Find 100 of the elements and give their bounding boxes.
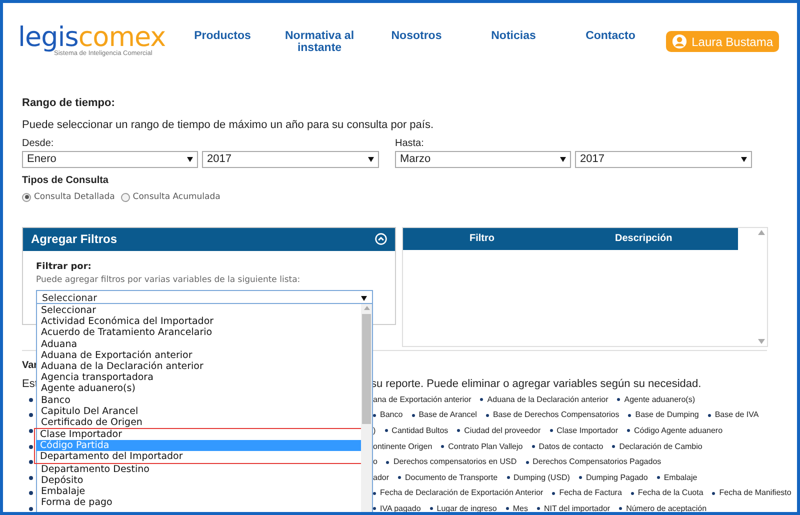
radio-button[interactable] [120, 192, 130, 202]
bullet-icon [552, 492, 556, 495]
description-text: Puede seleccionar un rango de tiempo de máximo un año para su consulta por país. [22, 118, 435, 131]
bullet-icon [612, 445, 616, 448]
select-field[interactable]: 2017 [575, 151, 752, 168]
nav-link[interactable]: Nosotros [368, 30, 465, 54]
nav-link[interactable]: Productos [174, 30, 271, 54]
caret-icon [560, 157, 566, 162]
bullet-icon [506, 507, 509, 510]
bullet-icon [630, 492, 634, 495]
dropdown-option[interactable]: Aduana de Exportación anterior [37, 350, 361, 361]
dropdown-option[interactable]: Departamento del Importador [36, 451, 361, 463]
bullet-icon [29, 428, 33, 433]
variable-label: Documento de Transporte [405, 472, 498, 484]
bullet-icon [486, 414, 489, 417]
user-icon [672, 34, 687, 49]
bullet-icon [532, 445, 535, 448]
scroll-up-icon[interactable] [758, 230, 765, 235]
variable-label: Dumping (USD) [514, 472, 570, 484]
variable-label: Fecha de Factura [559, 487, 622, 500]
bullet-icon [29, 444, 33, 449]
bullet-icon [373, 414, 376, 417]
column-header: Descripción [614, 232, 672, 246]
variable-label: Agente aduanero(s) [624, 394, 695, 406]
variable-label: Dumping Pagado [586, 472, 648, 484]
variable-label: Base de Dumping [635, 409, 699, 422]
bullet-icon [29, 398, 33, 402]
bullet-icon [29, 506, 33, 511]
field-label: Filtrar por: [36, 260, 92, 273]
variable-label: Aduana de la Declaración anterior [487, 394, 608, 406]
nav-link[interactable]: Normativa al instante [271, 30, 368, 54]
collapse-icon[interactable] [375, 233, 387, 246]
bullet-icon [617, 398, 620, 402]
variable-label: Mes [512, 502, 528, 512]
scrollbar[interactable] [361, 304, 372, 512]
logo[interactable]: legiscomex [18, 26, 174, 50]
dropdown-option[interactable]: Banco [37, 394, 361, 406]
dropdown-option[interactable]: Actividad Económica del Importador [37, 316, 361, 328]
dropdown-option[interactable]: Clase Importador [36, 429, 361, 440]
dropdown-option[interactable]: Departamento Destino [37, 464, 361, 475]
bullet-icon [712, 492, 716, 495]
select-field[interactable]: 2017 [202, 151, 379, 168]
variable-label: Derechos compensatorios en USD [393, 456, 517, 468]
variable-label: Datos de contacto [538, 440, 604, 453]
dropdown-option[interactable]: Certificado de Origen [37, 416, 361, 428]
variable-label: Código Agente aduanero [634, 424, 723, 437]
variable-label: Declaración de Cambio [619, 440, 702, 453]
scroll-up-icon[interactable] [364, 306, 370, 310]
dropdown-option[interactable]: Acuerdo de Tratamiento Arancelario [37, 327, 361, 339]
scrollbar-thumb[interactable] [362, 314, 371, 424]
dropdown-option[interactable]: Forma de pago [37, 497, 361, 508]
nav-link[interactable]: Contacto [562, 30, 659, 54]
select-field[interactable]: Enero [22, 151, 198, 168]
variable-label: Fecha de la Cuota [638, 487, 704, 500]
variable-label: Fecha de Manifiesto [719, 487, 792, 500]
variable-label: ontinente Origen [373, 440, 432, 453]
bullet-icon [441, 445, 444, 448]
caret-icon [368, 157, 374, 162]
caret-icon [741, 157, 747, 162]
scroll-down-icon[interactable] [758, 338, 765, 344]
variable-label: Base de IVA [714, 409, 759, 422]
radio-label: Consulta Acumulada [132, 191, 220, 204]
dropdown-option[interactable]: Depósito [37, 474, 361, 486]
dropdown-option[interactable]: Agente aduanero(s) [37, 383, 361, 394]
variable-label: o [373, 456, 378, 468]
dropdown-option[interactable]: Agencia transportadora [37, 372, 361, 384]
variable-label: Banco [380, 409, 403, 422]
bullet-icon [430, 507, 433, 510]
bullet-icon [398, 476, 402, 480]
variable-label: Cantidad Bultos [392, 424, 448, 437]
bullet-icon [656, 476, 660, 480]
panel-title: Agregar Filtros [31, 231, 118, 248]
radio-label: Consulta Detallada [34, 191, 115, 204]
variable-label: Contrato Plan Vallejo [448, 440, 523, 453]
nav-link[interactable]: Noticias [465, 30, 562, 54]
bullet-icon [578, 476, 582, 480]
bullet-icon [29, 413, 33, 418]
field-label: Hasta: [395, 137, 425, 148]
bullet-icon [373, 492, 376, 495]
variable-label: Base de Derechos Compensatorios [492, 409, 620, 422]
bullet-icon [384, 429, 388, 432]
dropdown-option[interactable]: Capitulo Del Arancel [37, 406, 361, 417]
bullet-icon [627, 429, 630, 432]
select-field[interactable]: Marzo [395, 151, 571, 168]
bullet-icon [412, 414, 415, 417]
radio-button[interactable] [22, 192, 31, 202]
variable-label: ana de Exportación anterior [373, 394, 472, 406]
dropdown-option[interactable]: Aduana de la Declaración anterior [37, 360, 361, 372]
variable-label: Fecha de Declaración de Exportación Anterior [380, 487, 544, 500]
dropdown-option[interactable]: Seleccionar [37, 305, 361, 316]
dropdown-option[interactable]: Aduana [37, 338, 361, 350]
variable-label: Base de Arancel [418, 409, 477, 422]
variable-label: Clase Importador [556, 424, 618, 437]
caret-icon [187, 157, 193, 162]
section-title: Tipos de Consulta [22, 174, 110, 186]
section-title: Rango de tiempo: [22, 96, 116, 109]
bullet-icon [480, 398, 484, 402]
section-title: Var [22, 358, 38, 371]
field-label: Desde: [22, 137, 55, 148]
dropdown-option[interactable]: Embalaje [37, 486, 361, 498]
